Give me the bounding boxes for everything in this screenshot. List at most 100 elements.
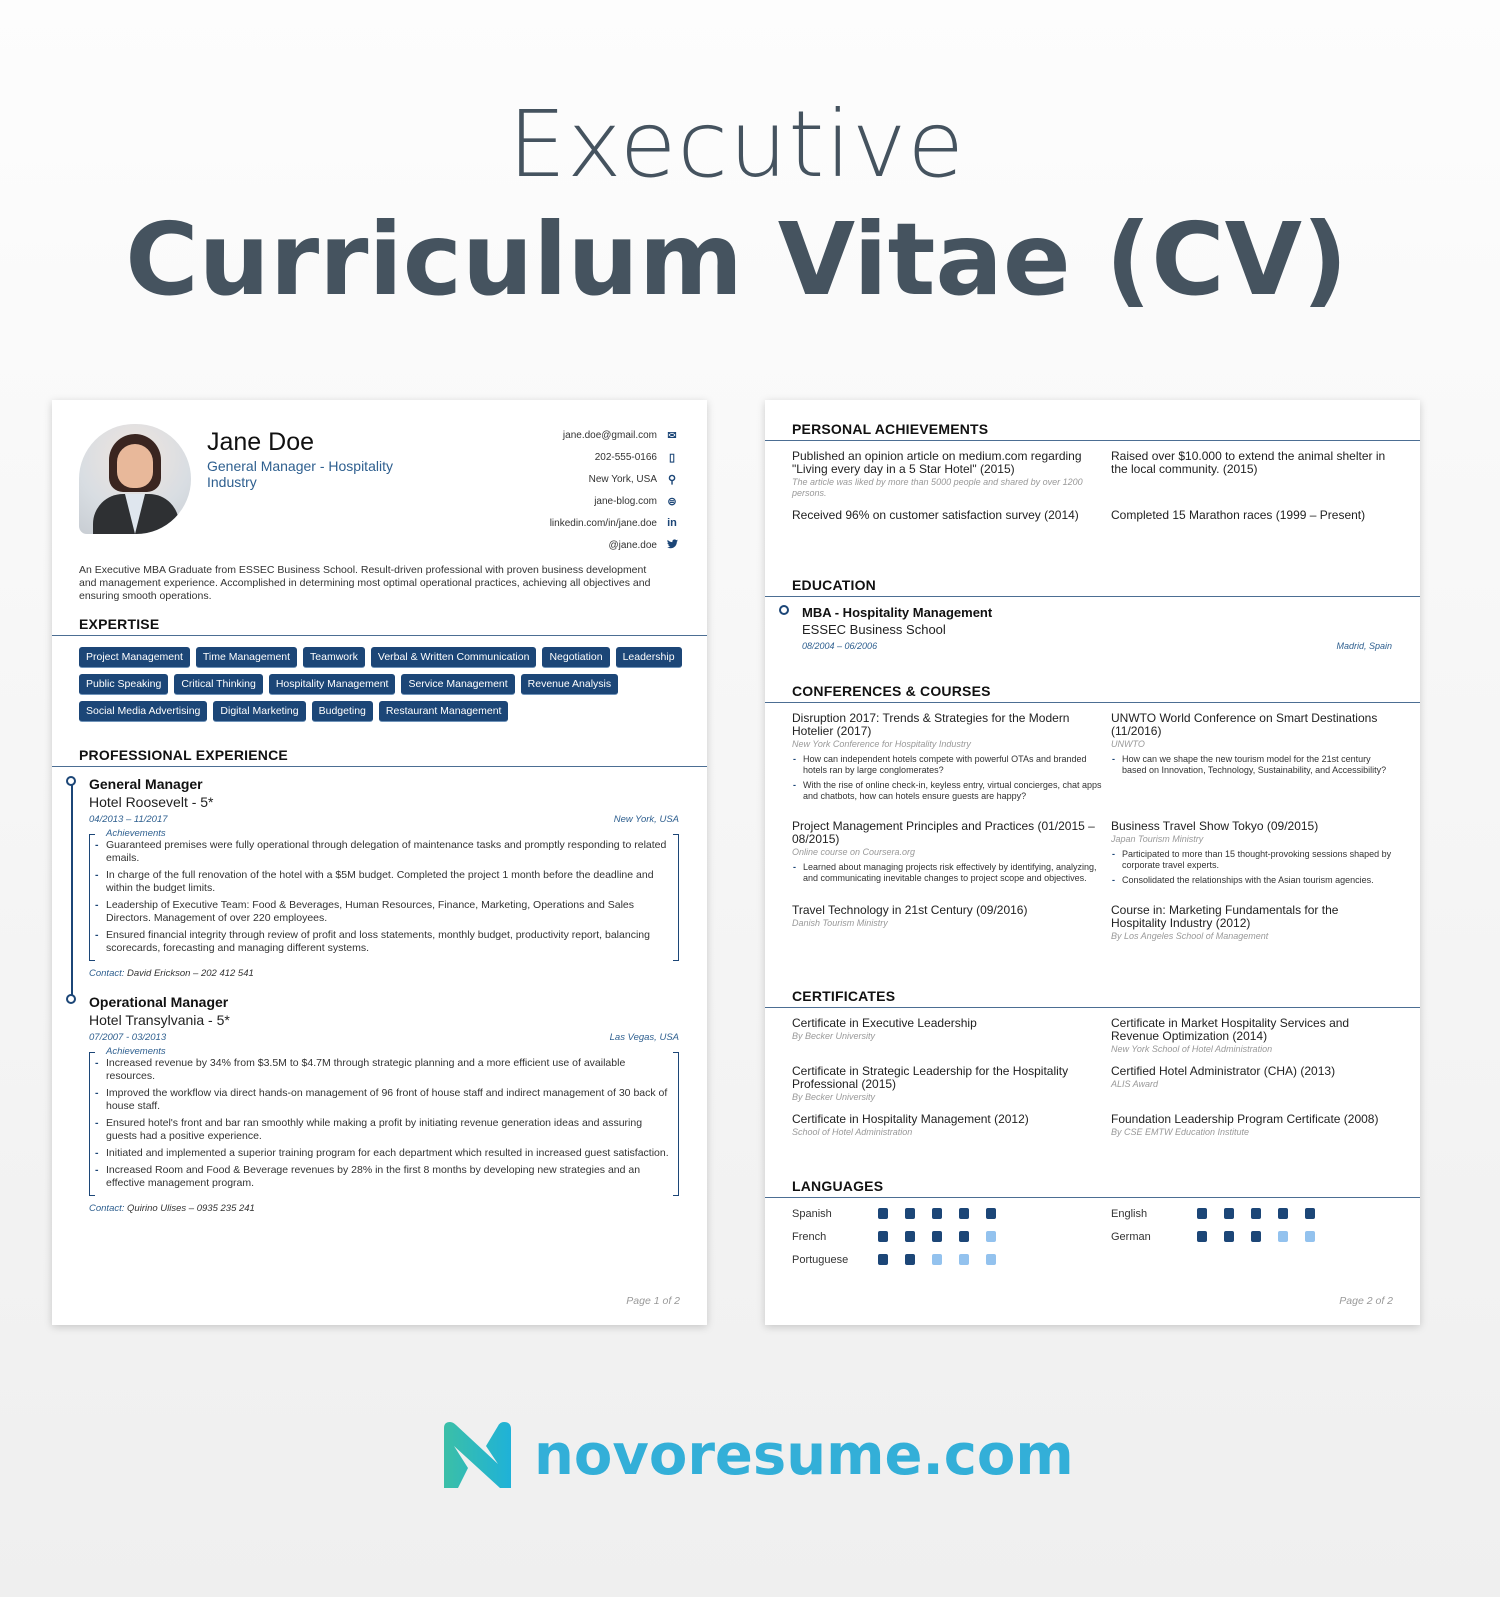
timeline-dot-icon xyxy=(66,994,76,1004)
achievement-entry: Completed 15 Marathon races (1999 – Pres… xyxy=(1111,509,1392,522)
expertise-tag: Social Media Advertising xyxy=(79,701,208,722)
section-divider xyxy=(765,440,1420,441)
section-divider xyxy=(52,635,707,636)
expertise-tag: Revenue Analysis xyxy=(520,674,619,695)
level-dot-filled xyxy=(878,1254,888,1265)
job-company: Hotel Transylvania - 5* xyxy=(89,1012,230,1028)
level-dot-filled xyxy=(878,1208,888,1219)
education-school: ESSEC Business School xyxy=(802,622,946,637)
achievement-title: Raised over $10.000 to extend the animal… xyxy=(1111,449,1386,476)
contact-website[interactable]: jane-blog.com ⊜ xyxy=(550,490,679,512)
conference-bullet: With the rise of online check-in, keyles… xyxy=(793,780,1111,802)
reference-label: Contact: xyxy=(89,968,125,979)
language-level xyxy=(878,1254,996,1265)
expertise-tag: Restaurant Management xyxy=(378,701,509,722)
twitter-icon xyxy=(665,538,679,552)
level-dot-filled xyxy=(1197,1208,1207,1219)
language-row: French xyxy=(792,1225,1111,1248)
achievements-grid: Published an opinion article on medium.c… xyxy=(792,450,1392,522)
level-dot-empty xyxy=(932,1254,942,1265)
timeline-dot-icon xyxy=(779,605,789,615)
achievement-item: Ensured financial integrity through revi… xyxy=(95,929,671,955)
conference-entry: Business Travel Show Tokyo (09/2015) Jap… xyxy=(1111,820,1392,890)
conference-organizer: UNWTO xyxy=(1111,739,1145,749)
novoresume-logo-icon xyxy=(440,1420,516,1490)
conference-title: UNWTO World Conference on Smart Destinat… xyxy=(1111,711,1378,738)
certificate-entry: Foundation Leadership Program Certificat… xyxy=(1111,1113,1392,1138)
expertise-tag: Critical Thinking xyxy=(174,674,263,695)
contact-text: @jane.doe xyxy=(608,539,657,551)
reference-label: Contact: xyxy=(89,1203,125,1214)
achievement-item: Guaranteed premises were fully operation… xyxy=(95,839,671,865)
languages-column-left: Spanish French Portuguese xyxy=(792,1202,1111,1271)
reference-value: David Erickson – 202 412 541 xyxy=(127,968,254,979)
certificate-issuer: ALIS Award xyxy=(1111,1079,1159,1089)
conference-entry: Course in: Marketing Fundamentals for th… xyxy=(1111,904,1392,942)
level-dot-filled xyxy=(959,1231,969,1242)
achievement-note: The article was liked by more than 5000 … xyxy=(792,477,1083,498)
section-title-conferences: CONFERENCES & COURSES xyxy=(792,683,991,699)
job-company: Hotel Roosevelt - 5* xyxy=(89,794,214,810)
level-dot-empty xyxy=(986,1231,996,1242)
page-number: Page 1 of 2 xyxy=(626,1295,680,1307)
contact-text: linkedin.com/in/jane.doe xyxy=(549,517,657,529)
cv-page-1: Jane Doe General Manager - Hospitality I… xyxy=(52,400,707,1325)
conference-entry: Travel Technology in 21st Century (09/20… xyxy=(792,904,1111,942)
contact-text: New York, USA xyxy=(588,473,657,485)
certificate-title: Certificate in Hospitality Management (2… xyxy=(792,1112,1029,1126)
expertise-tag: Project Management xyxy=(79,647,190,668)
job-meta: 04/2013 – 11/2017 New York, USA xyxy=(89,814,679,825)
section-title-certificates: CERTIFICATES xyxy=(792,988,896,1004)
language-name: Portuguese xyxy=(792,1253,849,1266)
brand-logo[interactable]: novoresume.com xyxy=(440,1420,1074,1490)
hero-title-line2: Curriculum Vitae (CV) xyxy=(125,201,1348,318)
education-meta: 08/2004 – 06/2006 Madrid, Spain xyxy=(802,641,1392,651)
language-row: English xyxy=(1111,1202,1392,1225)
job-dates: 04/2013 – 11/2017 xyxy=(89,814,168,825)
certificate-issuer: New York School of Hotel Administration xyxy=(1111,1044,1273,1054)
contact-twitter[interactable]: @jane.doe xyxy=(550,534,679,556)
level-dot-empty xyxy=(1278,1231,1288,1242)
conference-bullet: Participated to more than 15 thought-pro… xyxy=(1112,849,1392,871)
reference-value: Quirino Ulises – 0935 235 241 xyxy=(127,1203,255,1214)
conference-title: Travel Technology in 21st Century (09/20… xyxy=(792,903,1028,917)
page-number: Page 2 of 2 xyxy=(1339,1295,1393,1307)
section-title-achievements: PERSONAL ACHIEVEMENTS xyxy=(792,421,989,437)
certificate-issuer: By Becker University xyxy=(792,1031,876,1041)
level-dot-filled xyxy=(878,1231,888,1242)
level-dot-filled xyxy=(905,1231,915,1242)
conference-entry: Project Management Principles and Practi… xyxy=(792,820,1111,890)
brand-text: novoresume.com xyxy=(534,1422,1074,1488)
achievement-entry: Raised over $10.000 to extend the animal… xyxy=(1111,450,1392,499)
level-dot-filled xyxy=(1278,1208,1288,1219)
contact-email[interactable]: jane.doe@gmail.com ✉ xyxy=(550,424,679,446)
expertise-tag: Leadership xyxy=(615,647,682,668)
achievement-item: In charge of the full renovation of the … xyxy=(95,869,671,895)
conference-organizer: Danish Tourism Ministry xyxy=(792,918,888,928)
language-name: Spanish xyxy=(792,1207,832,1220)
conferences-grid: Disruption 2017: Trends & Strategies for… xyxy=(792,712,1392,942)
certificates-grid: Certificate in Executive Leadership By B… xyxy=(792,1017,1392,1138)
contact-linkedin[interactable]: linkedin.com/in/jane.doe in xyxy=(550,512,679,534)
job-title: Operational Manager xyxy=(89,994,229,1010)
expertise-tag: Verbal & Written Communication xyxy=(370,647,537,668)
education-dates: 08/2004 – 06/2006 xyxy=(802,641,878,651)
certificate-entry: Certificate in Hospitality Management (2… xyxy=(792,1113,1111,1138)
certificate-issuer: School of Hotel Administration xyxy=(792,1127,913,1137)
conference-entry: UNWTO World Conference on Smart Destinat… xyxy=(1111,712,1392,806)
contact-text: jane.doe@gmail.com xyxy=(562,429,657,441)
level-dot-filled xyxy=(932,1231,942,1242)
level-dot-filled xyxy=(905,1254,915,1265)
contact-phone[interactable]: 202-555-0166 ▯ xyxy=(550,446,679,468)
conference-entry: Disruption 2017: Trends & Strategies for… xyxy=(792,712,1111,806)
candidate-name: Jane Doe xyxy=(207,428,315,456)
achievement-title: Published an opinion article on medium.c… xyxy=(792,449,1082,476)
certificate-title: Foundation Leadership Program Certificat… xyxy=(1111,1112,1379,1126)
expertise-tag: Service Management xyxy=(401,674,515,695)
expertise-tag: Teamwork xyxy=(303,647,365,668)
expertise-tag: Digital Marketing xyxy=(213,701,306,722)
language-level xyxy=(878,1208,996,1219)
achievement-item: Increased revenue by 34% from $3.5M to $… xyxy=(95,1057,671,1083)
timeline-line xyxy=(71,782,73,1002)
achievements-label: Achievements xyxy=(106,828,166,839)
